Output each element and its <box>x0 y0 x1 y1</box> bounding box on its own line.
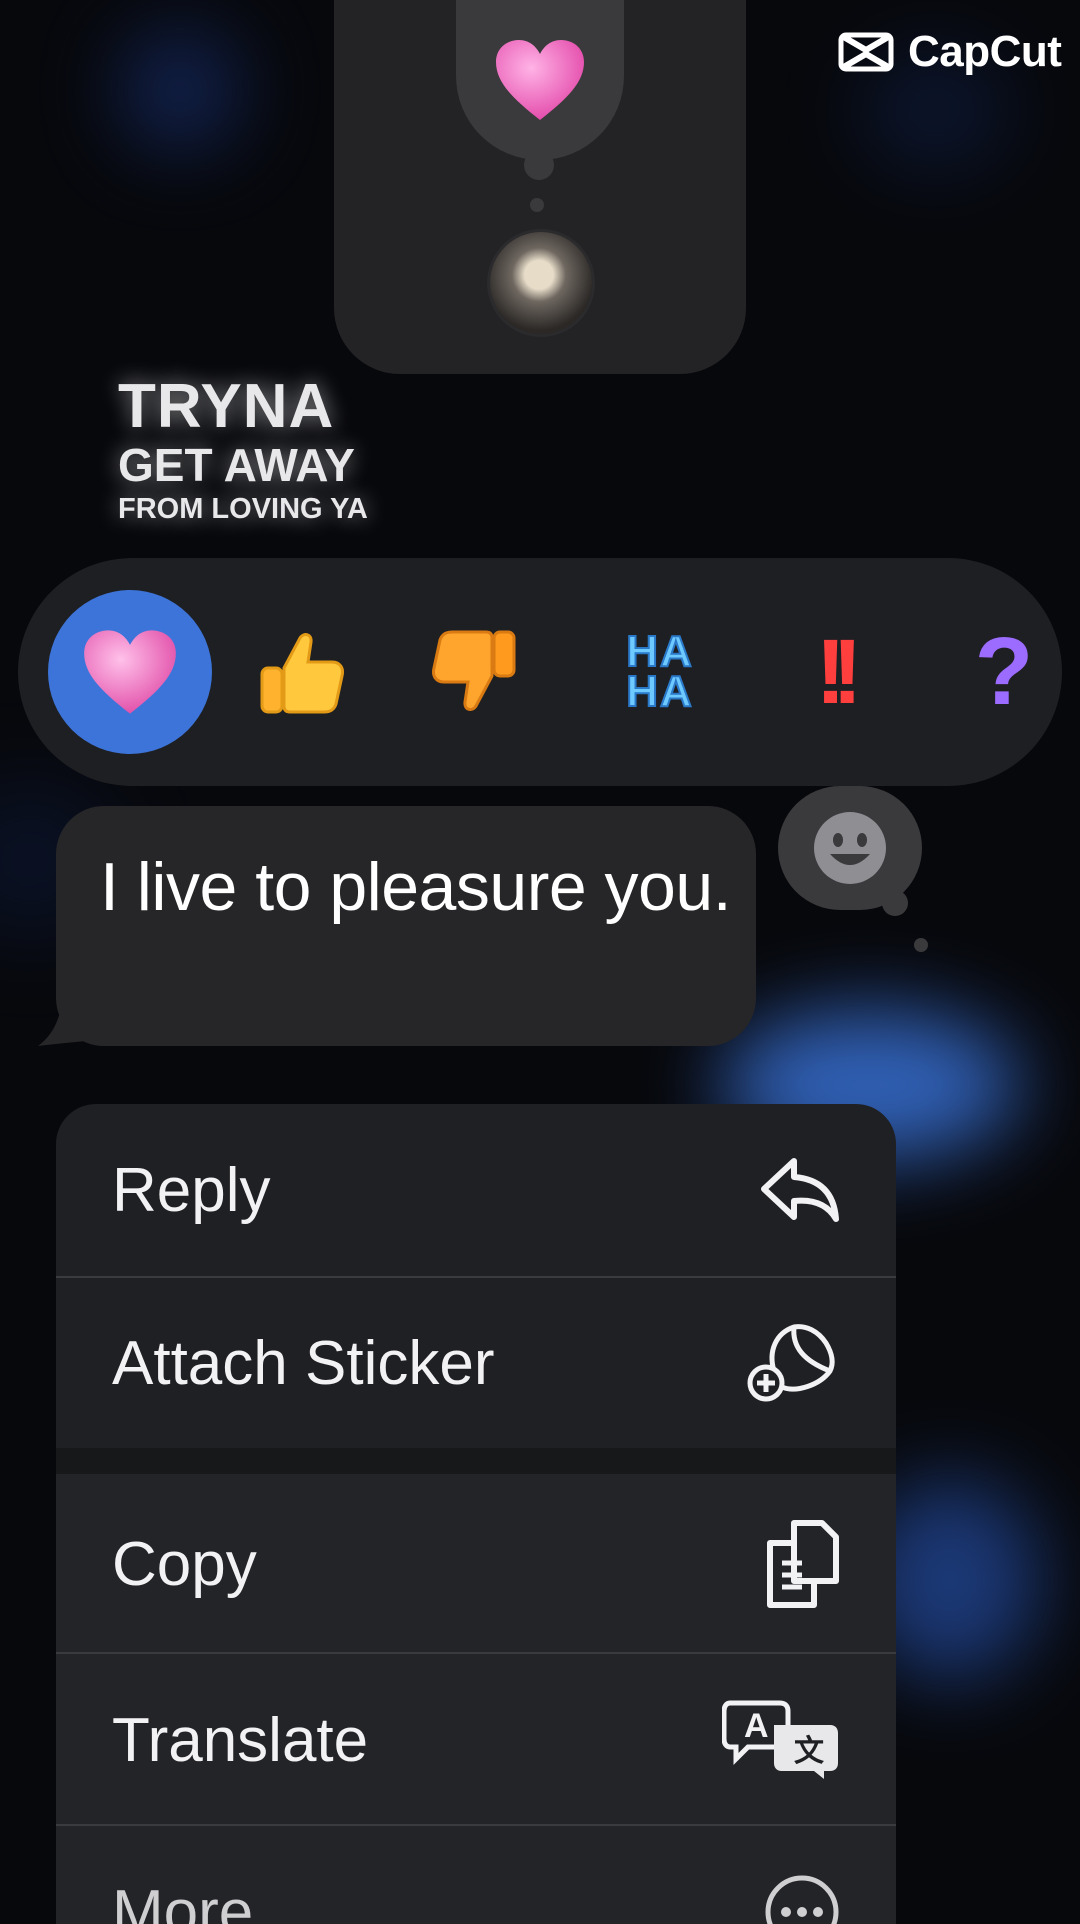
message-bubble-tail <box>36 1000 96 1048</box>
menu-item-attach-sticker[interactable]: Attach Sticker <box>56 1278 896 1448</box>
reaction-bubble <box>456 0 624 160</box>
reaction-bubble-tail <box>530 198 544 212</box>
lyric-line: GET AWAY <box>118 439 368 491</box>
menu-item-label: Reply <box>112 1155 271 1226</box>
svg-text:A: A <box>744 1707 769 1745</box>
heart-icon <box>492 36 588 124</box>
exclamation-label: !! <box>815 626 848 718</box>
background-glow <box>120 30 240 150</box>
message-text: I live to pleasure you. <box>100 840 740 934</box>
heart-icon <box>80 626 180 718</box>
menu-item-label: Attach Sticker <box>112 1328 494 1399</box>
capcut-watermark: CapCut <box>838 30 1061 74</box>
menu-item-copy[interactable]: Copy <box>56 1474 896 1654</box>
menu-item-reply[interactable]: Reply <box>56 1104 896 1276</box>
capcut-logo-icon <box>838 32 894 72</box>
menu-item-label: Translate <box>112 1705 368 1776</box>
tapback-exclamation-button[interactable]: !! <box>750 590 914 754</box>
watermark-label: CapCut <box>908 27 1061 77</box>
thumbs-down-icon <box>426 624 522 720</box>
lyric-line: FROM LOVING YA <box>118 491 368 527</box>
context-menu: Reply Attach Sticker Copy Translate A 文 <box>56 1104 896 1924</box>
menu-section-gap <box>56 1448 896 1474</box>
haha-label: HA HA <box>626 632 694 712</box>
emoji-bubble-tail <box>914 938 928 952</box>
translate-icon: A 文 <box>722 1699 840 1781</box>
lyric-line: TRYNA <box>118 375 368 439</box>
tapback-haha-button[interactable]: HA HA <box>578 590 742 754</box>
tapback-heart-button[interactable] <box>48 590 212 754</box>
question-label: ? <box>975 624 1034 720</box>
lyrics-overlay: TRYNA GET AWAY FROM LOVING YA <box>118 375 368 527</box>
smiley-icon <box>812 810 888 886</box>
menu-item-label: Copy <box>112 1529 257 1600</box>
thumbs-up-icon <box>254 624 350 720</box>
reaction-preview-card <box>334 0 746 374</box>
reaction-bubble-tail <box>524 150 554 180</box>
tapback-bar: HA HA !! ? <box>18 558 1062 786</box>
tapback-thumbs-down-button[interactable] <box>392 590 556 754</box>
emoji-bubble-tail <box>882 890 908 916</box>
reactor-avatar <box>490 232 592 334</box>
svg-text:文: 文 <box>794 1734 824 1768</box>
reply-icon <box>758 1155 840 1225</box>
menu-item-more[interactable]: More... <box>56 1826 896 1924</box>
menu-item-translate[interactable]: Translate A 文 <box>56 1654 896 1826</box>
menu-item-label: More... <box>112 1877 305 1924</box>
tapback-question-button[interactable]: ? <box>922 590 1080 754</box>
tapback-thumbs-up-button[interactable] <box>220 590 384 754</box>
sticker-add-icon <box>744 1321 840 1405</box>
copy-icon <box>764 1519 840 1609</box>
more-icon <box>764 1874 840 1924</box>
